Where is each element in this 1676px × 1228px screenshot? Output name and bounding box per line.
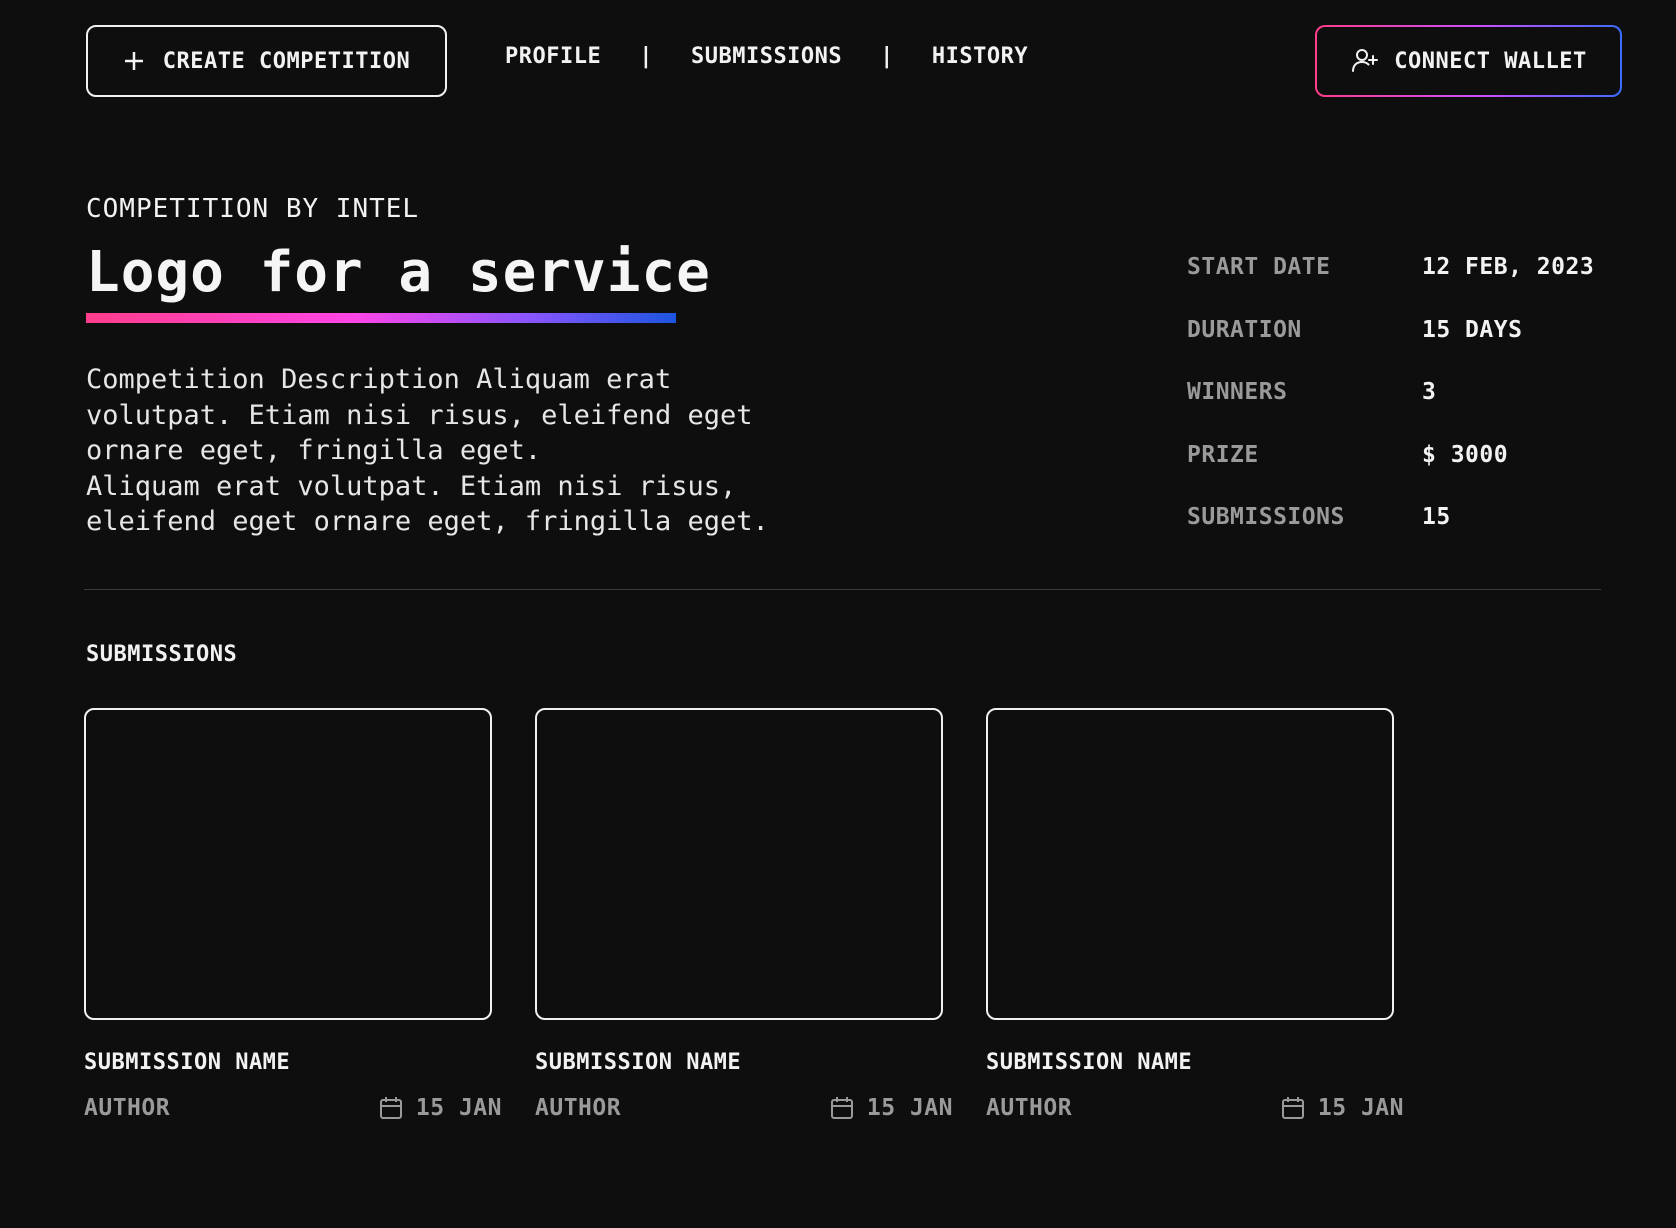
connect-wallet-label: CONNECT WALLET — [1394, 48, 1587, 74]
nav-link-profile[interactable]: PROFILE — [505, 44, 601, 69]
stat-value: 15 — [1422, 504, 1451, 530]
stat-label: SUBMISSIONS — [1187, 504, 1345, 530]
submission-card: SUBMISSION NAME AUTHOR 15 JAN — [535, 708, 952, 1121]
stat-row-prize: PRIZE $ 3000 — [1187, 442, 1594, 505]
nav-link-submissions[interactable]: SUBMISSIONS — [691, 44, 842, 69]
submission-name[interactable]: SUBMISSION NAME — [535, 1050, 945, 1075]
competition-description: Competition Description Aliquam erat vol… — [86, 364, 769, 537]
nav-link-history[interactable]: HISTORY — [932, 44, 1028, 69]
submission-date-text: 15 JAN — [866, 1095, 953, 1121]
stat-row-start-date: START DATE 12 FEB, 2023 — [1187, 254, 1594, 317]
stat-value: $ 3000 — [1422, 441, 1509, 468]
submission-thumbnail[interactable] — [535, 708, 943, 1020]
calendar-icon — [1281, 1097, 1304, 1119]
create-competition-label: CREATE COMPETITION — [162, 48, 411, 74]
user-plus-icon — [1352, 49, 1379, 72]
submission-author: AUTHOR — [986, 1095, 1073, 1121]
submission-card: SUBMISSION NAME AUTHOR 15 JAN — [986, 708, 1403, 1121]
submission-date: 15 JAN — [829, 1095, 953, 1121]
submission-date: 15 JAN — [378, 1095, 502, 1121]
submission-date-text: 15 JAN — [1317, 1095, 1404, 1121]
create-competition-button[interactable]: CREATE COMPETITION — [86, 25, 447, 97]
title-gradient-underline — [86, 313, 676, 323]
calendar-icon — [830, 1097, 853, 1119]
calendar-icon — [379, 1097, 402, 1119]
nav-separator: | — [639, 44, 653, 69]
main-nav: PROFILE | SUBMISSIONS | HISTORY — [505, 44, 1028, 69]
submission-meta: AUTHOR 15 JAN — [535, 1095, 953, 1121]
submission-meta: AUTHOR 15 JAN — [84, 1095, 502, 1121]
page-title: Logo for a service — [86, 240, 711, 305]
stat-label: WINNERS — [1187, 379, 1288, 405]
submission-author: AUTHOR — [84, 1095, 171, 1121]
submission-date-text: 15 JAN — [415, 1095, 502, 1121]
competition-by-line: COMPETITION BY INTEL — [86, 194, 420, 224]
connect-wallet-inner: CONNECT WALLET — [1317, 27, 1620, 95]
submission-thumbnail[interactable] — [84, 708, 492, 1020]
stat-row-submissions: SUBMISSIONS 15 — [1187, 504, 1594, 567]
submission-name[interactable]: SUBMISSION NAME — [84, 1050, 494, 1075]
nav-separator: | — [880, 44, 894, 69]
submission-meta: AUTHOR 15 JAN — [986, 1095, 1404, 1121]
stat-row-winners: WINNERS 3 — [1187, 379, 1594, 442]
connect-wallet-button[interactable]: CONNECT WALLET — [1315, 25, 1622, 97]
submission-card: SUBMISSION NAME AUTHOR 15 JAN — [84, 708, 501, 1121]
submission-date: 15 JAN — [1280, 1095, 1404, 1121]
submission-author: AUTHOR — [535, 1095, 622, 1121]
stat-label: DURATION — [1187, 316, 1302, 343]
submission-name[interactable]: SUBMISSION NAME — [986, 1050, 1396, 1075]
section-divider — [84, 589, 1601, 590]
stat-label: PRIZE — [1187, 441, 1259, 468]
plus-icon — [124, 52, 143, 70]
submission-thumbnail[interactable] — [986, 708, 1394, 1020]
stat-row-duration: DURATION 15 DAYS — [1187, 317, 1594, 380]
stat-label: START DATE — [1187, 254, 1331, 280]
stat-value: 12 FEB, 2023 — [1422, 254, 1595, 280]
competition-stats: START DATE 12 FEB, 2023 DURATION 15 DAYS… — [1187, 254, 1594, 567]
submissions-section-title: SUBMISSIONS — [86, 642, 238, 667]
stat-value: 3 — [1422, 379, 1437, 405]
stat-value: 15 DAYS — [1422, 316, 1523, 343]
